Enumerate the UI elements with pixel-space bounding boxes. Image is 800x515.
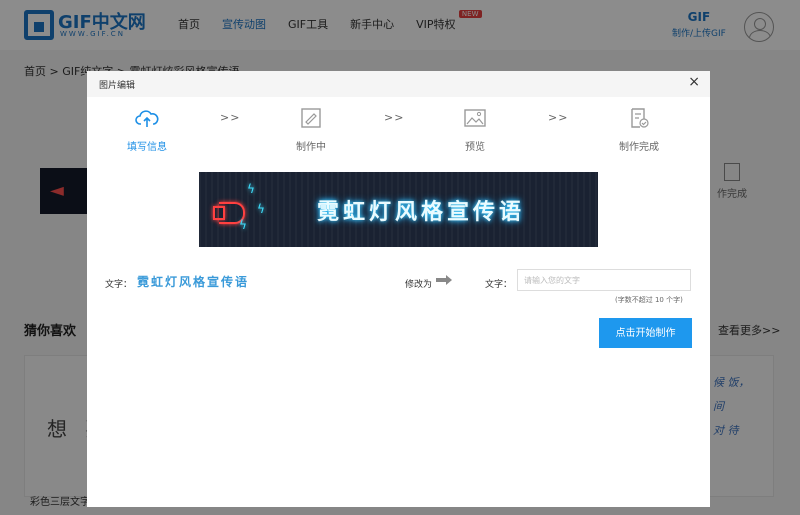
step-finished: 制作完成 — [599, 107, 679, 153]
start-making-button[interactable]: 点击开始制作 — [599, 318, 692, 348]
image-edit-dialog: 图片编辑 × 填写信息 >> 制作中 >> 预览 >> 制作完成 ϟ ϟ ϟ 霓… — [87, 71, 710, 507]
check-document-icon — [627, 107, 651, 129]
edit-icon — [299, 107, 323, 129]
char-limit-hint: (字数不超过 10 个字) — [615, 296, 683, 304]
lightning-icon: ϟ — [239, 218, 247, 232]
step-making: 制作中 — [271, 107, 351, 153]
step-fill-info: 填写信息 — [107, 107, 187, 153]
step-label: 制作中 — [296, 142, 326, 153]
megaphone-icon — [213, 198, 253, 224]
step-arrow: >> — [220, 111, 241, 124]
preview-banner: ϟ ϟ ϟ 霓虹灯风格宣传语 — [199, 172, 598, 247]
step-label: 填写信息 — [127, 142, 167, 153]
step-arrow: >> — [384, 111, 405, 124]
dialog-title: 图片编辑 — [99, 81, 136, 91]
step-label: 预览 — [465, 142, 485, 153]
text-input[interactable] — [517, 269, 691, 291]
close-icon[interactable]: × — [688, 74, 700, 90]
step-arrow: >> — [548, 111, 569, 124]
current-text-label: 文字： — [105, 280, 133, 290]
input-text-label: 文字： — [485, 280, 513, 290]
step-preview: 预览 — [435, 107, 515, 153]
cloud-upload-icon — [135, 107, 159, 129]
dialog-header: 图片编辑 × — [87, 71, 710, 97]
change-to-label: 修改为 — [405, 280, 433, 290]
lightning-icon: ϟ — [257, 202, 265, 216]
step-label: 制作完成 — [619, 142, 659, 153]
banner-neon-text: 霓虹灯风格宣传语 — [317, 200, 526, 225]
current-text-value: 霓虹灯风格宣传语 — [137, 275, 250, 289]
lightning-icon: ϟ — [247, 182, 255, 196]
image-icon — [463, 107, 487, 129]
